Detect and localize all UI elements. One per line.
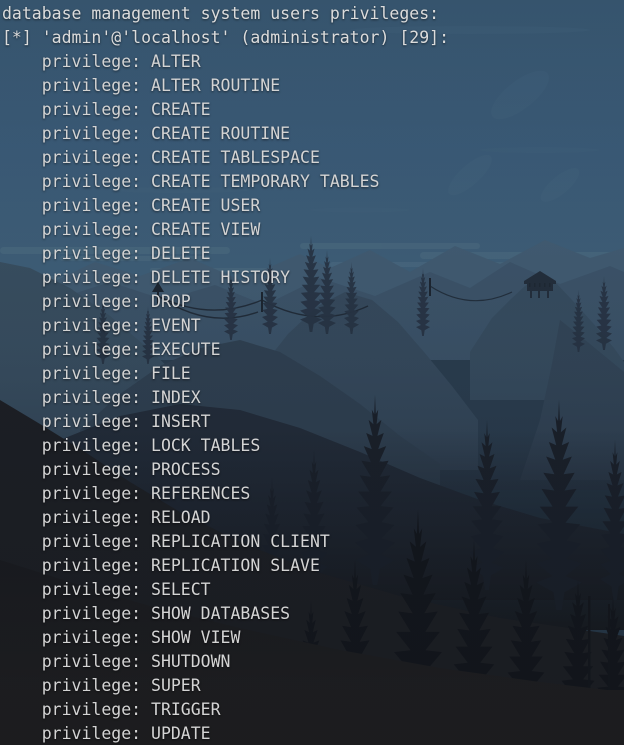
privilege-line-insert: privilege: INSERT — [2, 412, 211, 431]
privilege-line-create-view: privilege: CREATE VIEW — [2, 220, 261, 239]
privilege-line-execute: privilege: EXECUTE — [2, 340, 221, 359]
privilege-line-show-view: privilege: SHOW VIEW — [2, 628, 241, 647]
privilege-line-replication-client: privilege: REPLICATION CLIENT — [2, 532, 330, 551]
privilege-line-create-routine: privilege: CREATE ROUTINE — [2, 124, 291, 143]
terminal-output[interactable]: database management system users privile… — [0, 0, 624, 745]
output-header-line: database management system users privile… — [2, 4, 440, 23]
privilege-line-create-tablespace: privilege: CREATE TABLESPACE — [2, 148, 320, 167]
privilege-line-event: privilege: EVENT — [2, 316, 201, 335]
privilege-line-select: privilege: SELECT — [2, 580, 211, 599]
privilege-line-trigger: privilege: TRIGGER — [2, 700, 221, 719]
terminal-window[interactable]: database management system users privile… — [0, 0, 624, 745]
privilege-line-alter-routine: privilege: ALTER ROUTINE — [2, 76, 281, 95]
privilege-line-show-databases: privilege: SHOW DATABASES — [2, 604, 291, 623]
privilege-line-reload: privilege: RELOAD — [2, 508, 211, 527]
privilege-line-alter: privilege: ALTER — [2, 52, 201, 71]
privilege-line-create-user: privilege: CREATE USER — [2, 196, 261, 215]
privilege-line-references: privilege: REFERENCES — [2, 484, 251, 503]
privilege-line-update: privilege: UPDATE — [2, 724, 211, 743]
privilege-line-process: privilege: PROCESS — [2, 460, 221, 479]
privilege-line-create: privilege: CREATE — [2, 100, 211, 119]
privilege-line-file: privilege: FILE — [2, 364, 191, 383]
privilege-line-index: privilege: INDEX — [2, 388, 201, 407]
privilege-line-lock-tables: privilege: LOCK TABLES — [2, 436, 261, 455]
privilege-line-super: privilege: SUPER — [2, 676, 201, 695]
privilege-line-create-temporary-tables: privilege: CREATE TEMPORARY TABLES — [2, 172, 380, 191]
privilege-line-delete-history: privilege: DELETE HISTORY — [2, 268, 291, 287]
privilege-line-replication-slave: privilege: REPLICATION SLAVE — [2, 556, 320, 575]
privilege-line-delete: privilege: DELETE — [2, 244, 211, 263]
privilege-line-shutdown: privilege: SHUTDOWN — [2, 652, 231, 671]
privilege-line-drop: privilege: DROP — [2, 292, 191, 311]
output-user-line: [*] 'admin'@'localhost' (administrator) … — [2, 28, 450, 47]
